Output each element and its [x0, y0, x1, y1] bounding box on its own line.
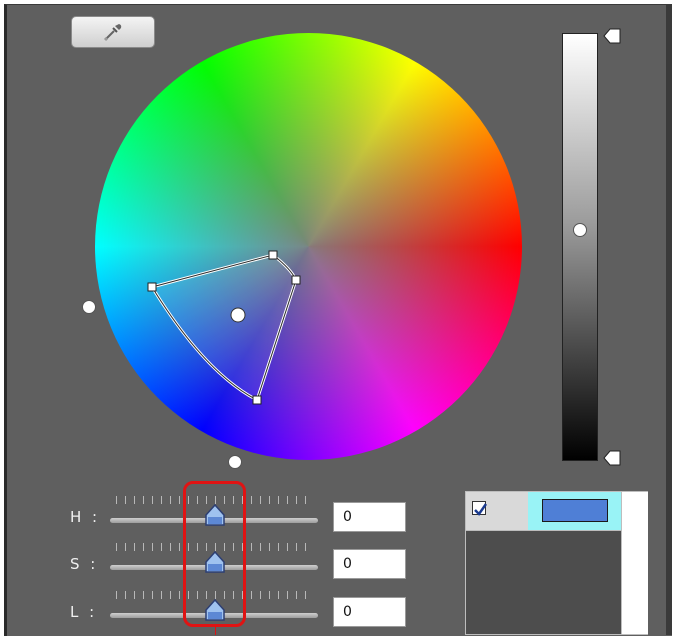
swatch-list-scrollbar[interactable] — [621, 492, 648, 634]
panel-edge — [666, 4, 672, 635]
region-handle[interactable] — [147, 282, 157, 292]
region-center-handle[interactable] — [230, 307, 246, 323]
color-picker-window: H : 0 S : 0 L : 0 — [0, 0, 683, 636]
hue-value-field[interactable]: 0 — [333, 502, 406, 532]
lightness-label: L : — [70, 603, 98, 621]
saturation-label: S : — [70, 555, 99, 573]
saturation-value-field[interactable]: 0 — [333, 549, 406, 579]
region-handle[interactable] — [252, 395, 262, 405]
lightness-bottom-marker[interactable] — [602, 449, 622, 467]
swatch-checkbox[interactable] — [472, 501, 488, 516]
selection-region[interactable] — [95, 33, 522, 460]
swatch-list[interactable] — [465, 491, 648, 635]
lightness-value-field[interactable]: 0 — [333, 597, 406, 627]
hue-saturation-wheel[interactable] — [95, 33, 522, 460]
swatch-color[interactable] — [542, 499, 608, 522]
highlight-pointer — [215, 627, 216, 635]
checkmark-icon — [474, 503, 488, 516]
region-handle[interactable] — [291, 275, 301, 285]
swatch-cell-selected[interactable] — [528, 492, 621, 530]
lightness-top-marker[interactable] — [602, 27, 622, 45]
hue-label: H : — [70, 508, 101, 526]
wheel-angle-knob[interactable] — [228, 455, 242, 469]
slider-thumb-highlight — [183, 481, 246, 627]
wheel-angle-knob[interactable] — [82, 300, 96, 314]
lightness-bar[interactable] — [562, 33, 598, 461]
region-handle[interactable] — [268, 250, 278, 260]
lightness-knob[interactable] — [573, 223, 587, 237]
swatch-row[interactable] — [466, 492, 621, 531]
